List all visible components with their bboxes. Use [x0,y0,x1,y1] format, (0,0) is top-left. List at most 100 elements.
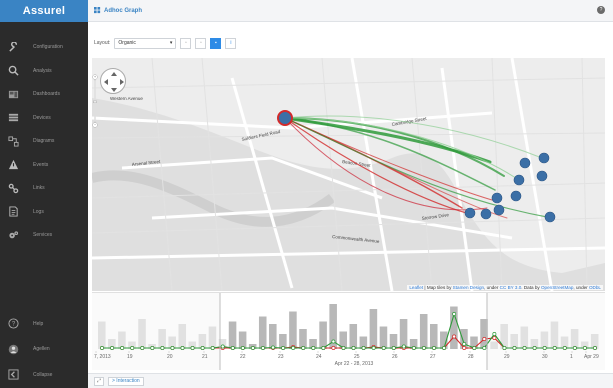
green-series-point [572,346,577,350]
green-series-point [472,346,477,350]
green-series-point [532,346,537,350]
sidebar-item-label: Dashboards [33,91,60,97]
brand-logo[interactable]: Assurel [0,0,88,22]
green-series-point [200,346,205,350]
timeline-tick-label: 30 [542,354,548,360]
tab-interaction[interactable]: > Interaction [108,376,144,386]
map-node[interactable] [538,152,550,164]
map-label: Cambridge Street [391,116,427,127]
layout-select[interactable]: Organic ▾ [114,37,177,49]
timeline-tick-label: 28 [468,354,474,360]
layout-list-button[interactable]: ▫ [195,37,207,49]
help-button[interactable]: ? [597,6,605,14]
sidebar-item-label: Analysis [33,67,52,74]
green-series-point [593,346,597,350]
pan-control[interactable] [100,68,126,94]
svg-text:?: ? [11,322,15,328]
timeline-tick-label: 25 [354,354,360,360]
map-node[interactable] [480,208,492,220]
sidebar-item-diagrams[interactable]: Diagrams [0,130,88,152]
timeline-bar [550,321,559,349]
timeline-chart[interactable]: 7, 2013 19 20 21 22 23 24 25 26 27 28 29 30 1 Apr 29 Ap… [92,292,605,370]
green-series-point [261,346,265,350]
map-node[interactable] [510,190,522,202]
sidebar-item-events[interactable]: Events [0,154,88,176]
map-node[interactable] [513,174,525,186]
timeline-tick-label: 27 [430,354,436,360]
timeline-bar [158,329,166,349]
map-node[interactable] [491,192,503,204]
sidebar: Assurel Configuration Analysis Dashboard… [0,0,88,388]
green-series-point [391,346,396,350]
map-view[interactable]: Western Avenue Soldiers Field Road Arsen… [92,58,605,291]
green-series-point [512,346,517,350]
map-node[interactable] [519,157,531,169]
sidebar-item-user[interactable]: Agellen [0,337,88,361]
sidebar-item-configuration[interactable]: Configuration [0,36,88,58]
expand-icon[interactable]: ⤢ [94,376,104,386]
green-series-point [210,346,215,350]
sidebar-item-devices[interactable]: Devices [0,107,88,129]
map-label: Western Avenue [110,96,143,101]
green-series-point [361,346,366,350]
help-icon: ? [7,318,19,330]
green-series-point [170,346,175,350]
wrench-icon [7,41,19,53]
source-node[interactable] [277,110,293,126]
green-series-point [502,346,507,350]
timeline-bar [399,319,408,349]
green-series-point [120,346,125,350]
attribution-link[interactable]: OpenStreetMap [541,285,573,290]
sidebar-item-services[interactable]: Services [0,224,88,246]
toolbar: Layout: Organic ▾ ▫ ▫ ▪ i [88,32,613,54]
red-series-point [462,346,467,350]
timeline-bar [299,329,307,349]
gears-icon [7,229,19,241]
map-node[interactable] [493,204,505,216]
timeline-bar [269,324,277,349]
info-button[interactable]: i [225,37,237,49]
attribution-text: | Map tiles by [423,285,453,290]
green-series-point [160,346,165,350]
attribution-link[interactable]: CC BY 3.0 [500,285,522,290]
map-node[interactable] [544,211,556,223]
layout-grid-button[interactable]: ▫ [180,37,192,49]
link-icon [7,182,19,194]
zoom-control[interactable]: + − [92,58,98,144]
sidebar-item-label: Agellen [33,346,50,352]
attribution-link[interactable]: ODbL [589,285,601,290]
timeline-range-label: Apr 22 - 28, 2013 [335,361,374,367]
green-series-point [180,346,185,350]
timeline-bar [208,326,217,349]
attribution-link[interactable]: Stamen Design [453,285,484,290]
sidebar-item-collapse[interactable]: Collapse [0,363,88,387]
timeline-tick-label: 21 [202,354,208,360]
timeline-bar [570,329,579,349]
map-node[interactable] [464,207,476,219]
sidebar-item-dashboards[interactable]: Dashboards [0,83,88,105]
sidebar-item-analysis[interactable]: Analysis [0,60,88,82]
warning-icon [7,159,19,171]
map-canvas[interactable]: Western Avenue Soldiers Field Road Arsen… [92,58,605,291]
map-node[interactable] [536,170,548,182]
green-series-point [291,346,296,350]
green-series-point [432,346,436,350]
link-edge[interactable] [283,116,492,164]
sidebar-item-logs[interactable]: Logs [0,201,88,223]
sidebar-item-help[interactable]: ? Help [0,312,88,336]
green-series-point [351,346,356,350]
green-series-point [240,346,245,350]
green-series-point [130,346,135,350]
dashboard-icon [7,88,19,100]
green-series-point [230,346,235,350]
sidebar-item-links[interactable]: Links [0,177,88,199]
green-series-point [281,346,286,350]
green-series-point [331,339,336,344]
sidebar-item-label: Links [33,185,45,191]
sidebar-item-label: Configuration [33,44,63,50]
attribution-text: , under [484,285,500,290]
timeline-bar [258,316,267,349]
green-series-point [100,346,104,350]
layout-map-button[interactable]: ▪ [210,37,222,49]
attribution-link[interactable]: Leaflet [409,285,423,290]
